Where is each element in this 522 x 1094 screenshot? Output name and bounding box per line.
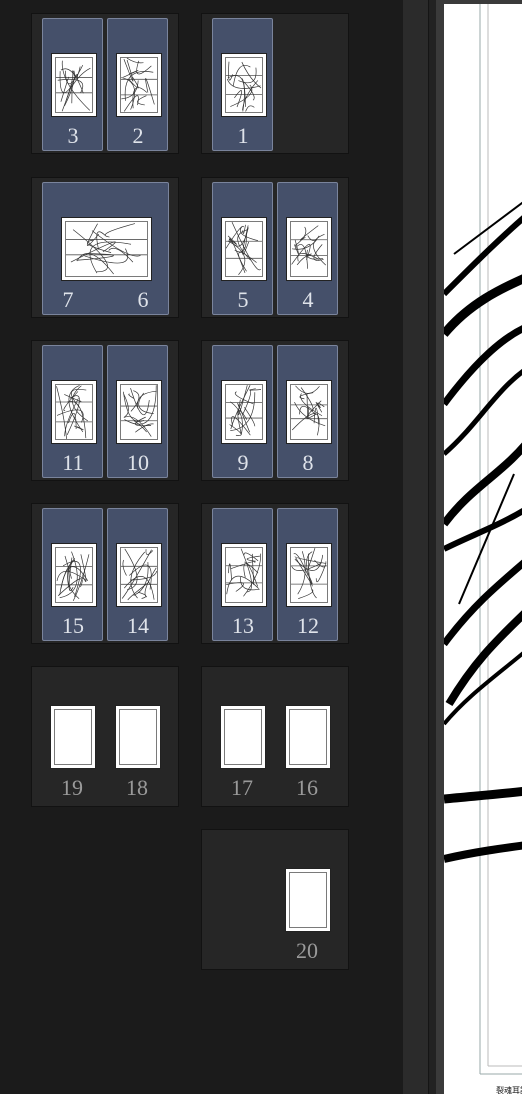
page-thumbnail-2: [116, 53, 162, 117]
page-card-18[interactable]: 18: [107, 671, 168, 804]
page-card-5[interactable]: 5: [212, 182, 273, 315]
page-thumbnail-5: [221, 217, 267, 281]
page-thumbnail-1: [221, 53, 267, 117]
canvas-sketch: [444, 4, 522, 1075]
page-card-7-6[interactable]: 7 6: [42, 182, 169, 315]
spread-page-1[interactable]: 1: [201, 13, 349, 154]
spread-pages-17-16[interactable]: 17 16: [201, 666, 349, 807]
thumbnail-sketch-lines: [121, 57, 157, 112]
page-card-15[interactable]: 15: [42, 508, 103, 641]
page-number-6: 6: [137, 287, 149, 312]
page-thumbnail-14: [116, 543, 162, 607]
page-card-4[interactable]: 4: [277, 182, 338, 315]
canvas-page: 裂魂耳語: [444, 4, 522, 1094]
page-number-1: 1: [237, 123, 249, 148]
page-number-17: 17: [231, 775, 253, 800]
spread-pages-19-18[interactable]: 19 18: [31, 666, 179, 807]
spread-page-20[interactable]: 20: [201, 829, 349, 970]
thumbnail-sketch-lines: [56, 385, 92, 439]
page-number-2: 2: [132, 123, 144, 148]
page-number-20: 20: [296, 938, 318, 963]
thumbnail-sketch-lines: [291, 548, 327, 599]
page-card-8[interactable]: 8: [277, 345, 338, 478]
page-thumbnail-7-6: [61, 217, 152, 281]
page-card-11[interactable]: 11: [42, 345, 103, 478]
thumbnail-sketch-lines: [121, 548, 158, 601]
page-thumbnail-9: [221, 380, 267, 444]
page-number-3: 3: [67, 123, 79, 148]
spread-pages-7-6[interactable]: 7 6: [31, 177, 179, 318]
page-number-15: 15: [62, 613, 84, 638]
page-thumbnail-13: [221, 543, 267, 607]
page-thumbnail-20: [285, 868, 331, 932]
page-number-19: 19: [61, 775, 83, 800]
thumbnail-sketch-lines: [56, 551, 92, 602]
thumbnail-sketch-lines: [226, 61, 262, 112]
page-card-9[interactable]: 9: [212, 345, 273, 478]
page-card-3[interactable]: 3: [42, 18, 103, 151]
page-number-18: 18: [126, 775, 148, 800]
thumbnail-sketch-lines: [226, 384, 262, 436]
page-thumbnail-8: [286, 380, 332, 444]
page-number-8: 8: [302, 450, 314, 475]
page-card-1[interactable]: 1: [212, 18, 273, 151]
page-card-20[interactable]: 20: [277, 834, 338, 967]
page-number-9: 9: [237, 450, 249, 475]
page-number-11: 11: [62, 450, 84, 475]
page-thumbnail-19: [50, 705, 96, 769]
page-card-13[interactable]: 13: [212, 508, 273, 641]
page-number-13: 13: [232, 613, 254, 638]
page-thumbnail-3: [51, 53, 97, 117]
spread-pages-5-4[interactable]: 5 4: [201, 177, 349, 318]
page-thumbnail-4: [286, 217, 332, 281]
thumbnail-sketch-lines: [56, 60, 92, 112]
page-card-16[interactable]: 16: [277, 671, 338, 804]
thumbnail-sketch-lines: [291, 225, 327, 269]
page-thumbnail-17: [220, 705, 266, 769]
page-number-4: 4: [302, 287, 314, 312]
page-card-19[interactable]: 19: [42, 671, 103, 804]
page-thumbnail-12: [286, 543, 332, 607]
page-list-scrollbar[interactable]: [403, 0, 428, 1094]
page-number-10: 10: [127, 450, 149, 475]
page-card-2[interactable]: 2: [107, 18, 168, 151]
page-number-5: 5: [237, 287, 249, 312]
page-number-12: 12: [297, 613, 319, 638]
canvas-area[interactable]: 裂魂耳語: [436, 0, 522, 1094]
page-thumbnail-10: [116, 380, 162, 444]
spread-pages-15-14[interactable]: 15 14: [31, 503, 179, 644]
spread-pages-9-8[interactable]: 9 8: [201, 340, 349, 481]
page-thumbnail-11: [51, 380, 97, 444]
thumbnail-sketch-lines: [291, 385, 327, 436]
thumbnail-sketch-lines: [225, 222, 262, 276]
page-card-14[interactable]: 14: [107, 508, 168, 641]
spread-pages-11-10[interactable]: 11 10: [31, 340, 179, 481]
page-thumbnail-15: [51, 543, 97, 607]
page-number-7: 7: [62, 287, 74, 312]
page-card-10[interactable]: 10: [107, 345, 168, 478]
thumbnail-sketch-lines: [66, 223, 147, 275]
thumbnail-sketch-lines: [121, 385, 157, 437]
spread-pages-13-12[interactable]: 13 12: [201, 503, 349, 644]
thumbnail-sketch-lines: [226, 548, 262, 597]
page-card-17[interactable]: 17: [212, 671, 273, 804]
page-number-14: 14: [127, 613, 149, 638]
page-footer-label: 裂魂耳語: [496, 1085, 522, 1094]
page-manager-panel: 3 2 1 7 6 5 4 11 10 9 8 15 14 13 12 19 1…: [0, 0, 403, 1094]
page-card-12[interactable]: 12: [277, 508, 338, 641]
spread-pages-3-2[interactable]: 3 2: [31, 13, 179, 154]
page-thumbnail-18: [115, 705, 161, 769]
page-thumbnail-16: [285, 705, 331, 769]
page-number-16: 16: [296, 775, 318, 800]
